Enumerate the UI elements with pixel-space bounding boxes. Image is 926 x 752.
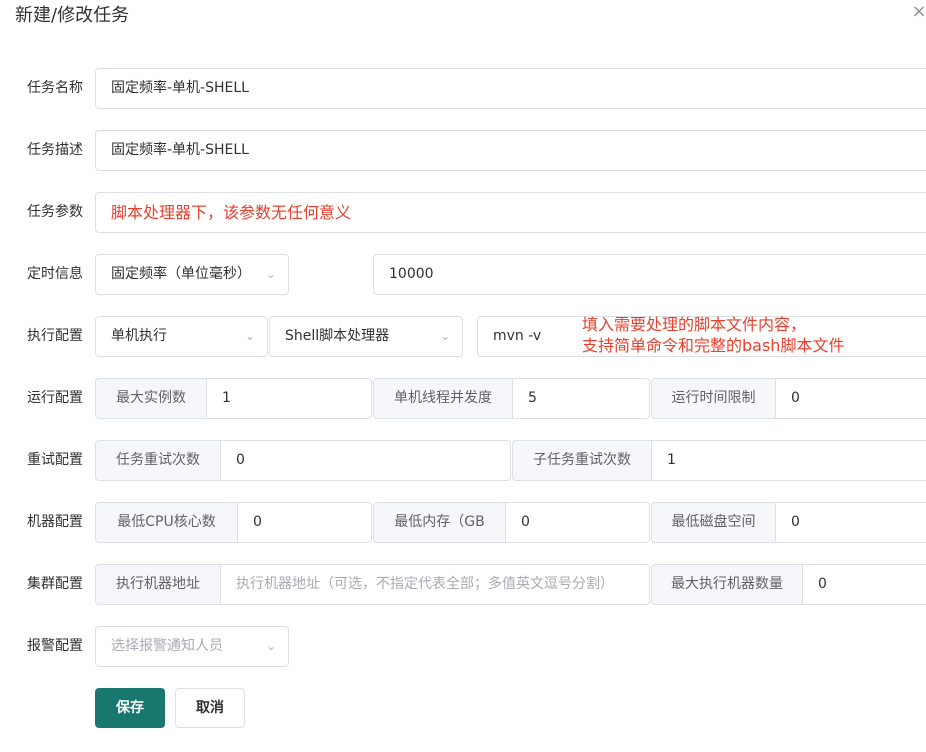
schedule-label: 定时信息 (27, 266, 83, 282)
task-desc-input[interactable]: 固定频率-单机-SHELL (95, 130, 926, 171)
chevron-down-icon: ⌄ (244, 329, 255, 343)
time-limit-addon: 运行时间限制 (651, 378, 776, 419)
time-limit-input[interactable]: 0 (776, 378, 926, 419)
min-mem-input[interactable]: 0 (506, 502, 650, 543)
alarm-label: 报警配置 (27, 638, 83, 654)
alarm-users-select[interactable]: 选择报警通知人员 ⌄ (95, 626, 289, 667)
concurrency-input[interactable]: 5 (513, 378, 650, 419)
schedule-interval-input[interactable]: 10000 (373, 254, 926, 295)
subtask-retry-input[interactable]: 1 (652, 440, 926, 481)
min-disk-addon: 最低磁盘空间 (651, 502, 776, 543)
processor-type-select[interactable]: Shell脚本处理器 ⌄ (269, 316, 463, 357)
chevron-down-icon: ⌄ (265, 639, 276, 653)
max-instances-addon: 最大实例数 (95, 378, 207, 419)
min-mem-addon: 最低内存（GB (373, 502, 506, 543)
task-params-input[interactable]: 脚本处理器下，该参数无任何意义 (95, 192, 926, 233)
address-input[interactable]: 执行机器地址（可选，不指定代表全部；多值英文逗号分割） (221, 564, 650, 605)
dialog-title: 新建/修改任务 (15, 5, 130, 26)
chevron-down-icon: ⌄ (265, 267, 276, 281)
script-annotation: 填入需要处理的脚本文件内容， 支持简单命令和完整的bash脚本文件 (582, 314, 844, 356)
schedule-type-value: 固定频率（单位毫秒） (111, 266, 251, 282)
min-cpu-addon: 最低CPU核心数 (95, 502, 238, 543)
max-machines-input[interactable]: 0 (803, 564, 926, 605)
cluster-label: 集群配置 (27, 576, 83, 592)
machine-label: 机器配置 (27, 514, 83, 530)
task-name-label: 任务名称 (27, 80, 83, 96)
concurrency-addon: 单机线程并发度 (373, 378, 513, 419)
cancel-button[interactable]: 取消 (175, 688, 245, 728)
close-icon[interactable]: × (910, 3, 926, 21)
execution-mode-value: 单机执行 (111, 328, 167, 344)
task-params-label: 任务参数 (27, 204, 83, 220)
schedule-type-select[interactable]: 固定频率（单位毫秒） ⌄ (95, 254, 289, 295)
retry-label: 重试配置 (27, 452, 83, 468)
max-machines-addon: 最大执行机器数量 (651, 564, 803, 605)
task-retry-addon: 任务重试次数 (95, 440, 221, 481)
min-disk-input[interactable]: 0 (776, 502, 926, 543)
min-cpu-input[interactable]: 0 (238, 502, 372, 543)
alarm-users-placeholder: 选择报警通知人员 (111, 638, 223, 654)
address-addon: 执行机器地址 (95, 564, 221, 605)
task-desc-label: 任务描述 (27, 142, 83, 158)
script-annotation-line1: 填入需要处理的脚本文件内容， (582, 315, 807, 334)
subtask-retry-addon: 子任务重试次数 (512, 440, 652, 481)
runtime-label: 运行配置 (27, 390, 83, 406)
max-instances-input[interactable]: 1 (207, 378, 372, 419)
task-name-input[interactable]: 固定频率-单机-SHELL (95, 68, 926, 109)
task-retry-input[interactable]: 0 (221, 440, 511, 481)
chevron-down-icon: ⌄ (439, 329, 450, 343)
script-annotation-line2: 支持简单命令和完整的bash脚本文件 (582, 336, 845, 355)
execution-mode-select[interactable]: 单机执行 ⌄ (95, 316, 268, 357)
processor-type-value: Shell脚本处理器 (285, 328, 390, 344)
execution-label: 执行配置 (27, 328, 83, 344)
save-button[interactable]: 保存 (95, 688, 165, 728)
